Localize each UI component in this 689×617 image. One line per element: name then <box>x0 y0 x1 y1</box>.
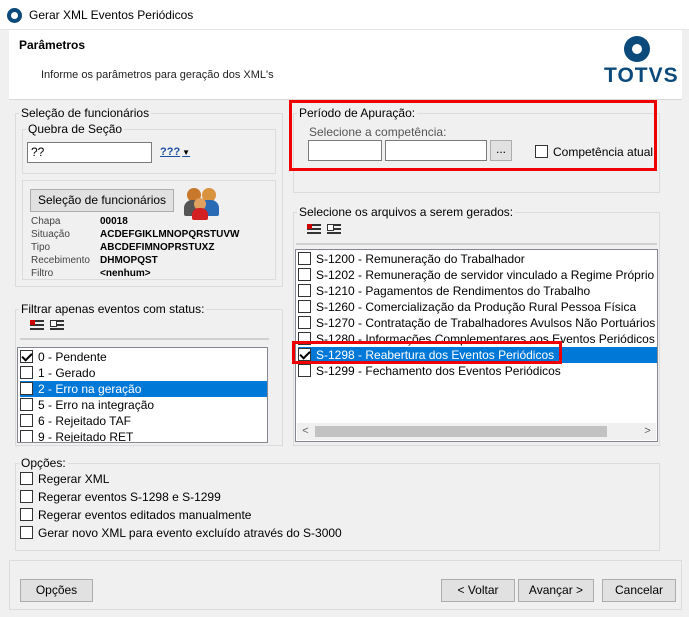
option-label: Gerar novo XML para evento excluído atra… <box>38 526 342 540</box>
checkbox-icon[interactable] <box>298 268 311 282</box>
users-icon <box>184 186 222 220</box>
checkbox-icon[interactable] <box>298 364 311 378</box>
logo-text: TOTVS <box>604 64 679 87</box>
list-item-label: S-1270 - Contratação de Trabalhadores Av… <box>316 316 656 330</box>
option-label: Regerar XML <box>38 472 110 486</box>
list-item[interactable]: 1 - Gerado <box>20 365 267 381</box>
option-label: Regerar eventos S-1298 e S-1299 <box>38 490 221 504</box>
list-item[interactable]: S-1270 - Contratação de Trabalhadores Av… <box>298 315 657 331</box>
option-regenerate-edited[interactable]: Regerar eventos editados manualmente <box>20 508 251 522</box>
uncheck-all-icon[interactable] <box>50 320 65 332</box>
section-break-input[interactable]: ?? <box>27 142 152 163</box>
scrollbar-thumb[interactable] <box>315 426 607 437</box>
list-item-label: S-1299 - Fechamento dos Eventos Periódic… <box>316 364 561 378</box>
list-item[interactable]: 9 - Rejeitado RET <box>20 429 267 443</box>
checkbox-icon[interactable] <box>20 472 33 486</box>
field-label: Tipo <box>31 242 51 253</box>
list-item-label: 9 - Rejeitado RET <box>38 430 134 443</box>
period-highlight-box <box>289 100 657 171</box>
list-item[interactable]: 6 - Rejeitado TAF <box>20 413 267 429</box>
list-item-label: S-1210 - Pagamentos de Rendimentos do Tr… <box>316 284 591 298</box>
checkbox-icon[interactable] <box>20 430 33 442</box>
wildcard-button-label: ??? <box>160 146 181 158</box>
list-item[interactable]: S-1210 - Pagamentos de Rendimentos do Tr… <box>298 283 657 299</box>
option-label: Regerar eventos editados manualmente <box>38 508 252 522</box>
header-title: Parâmetros <box>19 38 86 52</box>
option-regenerate-xml[interactable]: Regerar XML <box>20 472 109 486</box>
checkbox-icon[interactable] <box>20 350 33 364</box>
wildcard-button[interactable]: ??? ▼ <box>160 146 190 158</box>
list-item[interactable]: S-1202 - Remuneração de servidor vincula… <box>298 267 657 283</box>
employees-group-label: Seleção de funcionários <box>21 106 150 120</box>
cancel-button[interactable]: Cancelar <box>602 579 676 602</box>
field-value: ABCDEFIMNOPRSTUXZ <box>100 242 215 253</box>
totvs-logo: TOTVS <box>604 36 678 94</box>
list-item[interactable]: 0 - Pendente <box>20 349 267 365</box>
checkbox-icon[interactable] <box>20 366 33 380</box>
files-group-label: Selecione os arquivos a serem gerados: <box>299 205 514 219</box>
checkbox-icon[interactable] <box>20 382 33 396</box>
files-toolbar <box>307 224 344 242</box>
field-value: ACDEFGIKLMNOPQRSTUVW <box>100 229 240 240</box>
list-item-label: 0 - Pendente <box>38 350 107 364</box>
options-group-label: Opções: <box>21 456 66 470</box>
option-new-xml-s3000[interactable]: Gerar novo XML para evento excluído atra… <box>20 526 342 540</box>
scroll-left-icon[interactable]: < <box>297 423 314 440</box>
checkbox-icon[interactable] <box>298 316 311 330</box>
select-employees-button[interactable]: Seleção de funcionários <box>30 189 174 212</box>
list-item-label: S-1202 - Remuneração de servidor vincula… <box>316 268 658 282</box>
list-item-label: 1 - Gerado <box>38 366 96 380</box>
totvs-mark-icon <box>624 36 650 62</box>
uncheck-all-icon[interactable] <box>327 224 342 236</box>
list-item-label: 5 - Erro na integração <box>38 398 155 412</box>
check-all-icon[interactable] <box>30 320 44 332</box>
field-label: Chapa <box>31 216 61 227</box>
list-item[interactable]: S-1200 - Remuneração do Trabalhador <box>298 251 657 267</box>
field-value: DHMOPQST <box>100 255 158 266</box>
status-toolbar <box>30 320 67 338</box>
checkbox-icon[interactable] <box>20 526 33 540</box>
horizontal-scrollbar[interactable]: < > <box>297 423 656 440</box>
wizard-header: Parâmetros Informe os parâmetros para ge… <box>9 30 682 100</box>
field-label: Filtro <box>31 268 54 279</box>
section-break-label: Quebra de Seção <box>28 122 123 136</box>
toolbar-divider <box>296 243 657 245</box>
checkbox-icon[interactable] <box>20 398 33 412</box>
status-list[interactable]: 0 - Pendente 1 - Gerado 2 - Erro na gera… <box>17 347 268 443</box>
list-item-label: S-1260 - Comercialização da Produção Rur… <box>316 300 637 314</box>
checkbox-icon[interactable] <box>298 300 311 314</box>
options-button[interactable]: Opções <box>20 579 93 602</box>
field-label: Recebimento <box>31 255 90 266</box>
field-value: 00018 <box>100 216 128 227</box>
checkbox-icon[interactable] <box>20 508 33 522</box>
list-item[interactable]: 2 - Erro na geração <box>20 381 267 397</box>
field-label: Situação <box>31 229 70 240</box>
back-button[interactable]: < Voltar <box>441 579 515 602</box>
list-item[interactable]: S-1299 - Fechamento dos Eventos Periódic… <box>298 363 657 379</box>
status-filter-label: Filtrar apenas eventos com status: <box>21 302 205 316</box>
checkbox-icon[interactable] <box>20 414 33 428</box>
check-all-icon[interactable] <box>307 224 321 236</box>
header-subtitle: Informe os parâmetros para geração dos X… <box>41 69 274 81</box>
checkbox-icon[interactable] <box>20 490 33 504</box>
window-title: Gerar XML Eventos Periódicos <box>29 8 194 22</box>
chevron-down-icon: ▼ <box>182 148 191 157</box>
checkbox-icon[interactable] <box>298 252 311 266</box>
next-button[interactable]: Avançar > <box>518 579 594 602</box>
option-regenerate-s1298-s1299[interactable]: Regerar eventos S-1298 e S-1299 <box>20 490 221 504</box>
list-item-label: 6 - Rejeitado TAF <box>38 414 131 428</box>
title-bar: Gerar XML Eventos Periódicos <box>0 0 689 30</box>
list-item[interactable]: S-1260 - Comercialização da Produção Rur… <box>298 299 657 315</box>
list-item[interactable]: 5 - Erro na integração <box>20 397 267 413</box>
field-value: <nenhum> <box>100 268 151 279</box>
toolbar-divider <box>20 338 269 340</box>
selected-file-highlight-box <box>292 341 562 364</box>
checkbox-icon[interactable] <box>298 284 311 298</box>
list-item-label: S-1200 - Remuneração do Trabalhador <box>316 252 525 266</box>
app-icon <box>7 8 22 23</box>
scroll-right-icon[interactable]: > <box>639 423 656 440</box>
list-item-label: 2 - Erro na geração <box>38 382 142 396</box>
